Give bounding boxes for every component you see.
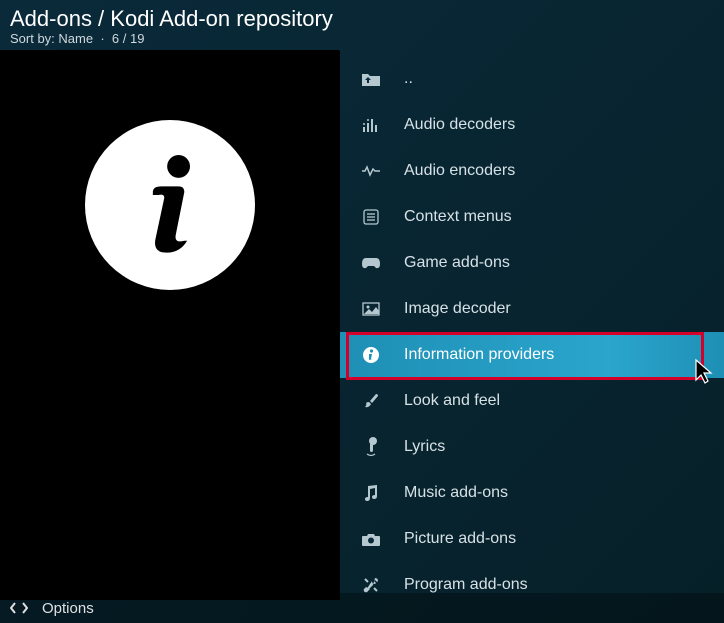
list-item-label: Information providers — [404, 346, 554, 364]
list-item-label: Lyrics — [404, 438, 445, 456]
list-item-label: Music add-ons — [404, 484, 508, 502]
list-item[interactable]: Image decoder — [340, 286, 724, 332]
list-item[interactable]: Audio encoders — [340, 148, 724, 194]
microphone-icon — [360, 436, 382, 458]
list-item-label: Audio decoders — [404, 116, 515, 134]
folder-up-icon — [360, 68, 382, 90]
waveform-icon — [360, 160, 382, 182]
list-item[interactable]: Look and feel — [340, 378, 724, 424]
brush-icon — [360, 390, 382, 412]
gamepad-icon — [360, 252, 382, 274]
list-item[interactable]: Audio decoders — [340, 102, 724, 148]
equalizer-icon — [360, 114, 382, 136]
info-preview-icon — [85, 120, 255, 290]
preview-panel — [0, 50, 340, 600]
list-item-label: Context menus — [404, 208, 512, 226]
list-item-label: Image decoder — [404, 300, 511, 318]
breadcrumb: Add-ons / Kodi Add-on repository — [10, 6, 714, 32]
camera-icon — [360, 528, 382, 550]
image-icon — [360, 298, 382, 320]
list-item-label: Program add-ons — [404, 576, 528, 594]
header: Add-ons / Kodi Add-on repository Sort by… — [0, 0, 724, 50]
menu-icon — [360, 206, 382, 228]
list-item-label: Audio encoders — [404, 162, 515, 180]
list-position: 6 / 19 — [112, 31, 145, 46]
options-arrows-icon — [10, 601, 28, 615]
sort-by-label: Sort by: — [10, 31, 55, 46]
main: .. Audio decoders Audio encoders Context me… — [0, 50, 724, 600]
footer-bar: Options — [0, 593, 724, 623]
sort-row: Sort by: Name · 6 / 19 — [10, 31, 714, 46]
list-item[interactable]: Picture add-ons — [340, 516, 724, 562]
list-item[interactable]: Information providers — [340, 332, 724, 378]
info-icon — [360, 344, 382, 366]
list-item-label: Look and feel — [404, 392, 500, 410]
list-item[interactable]: Music add-ons — [340, 470, 724, 516]
list-item-label: Picture add-ons — [404, 530, 516, 548]
list-item[interactable]: Lyrics — [340, 424, 724, 470]
list-item-label: Game add-ons — [404, 254, 510, 272]
list-item[interactable]: Context menus — [340, 194, 724, 240]
music-note-icon — [360, 482, 382, 504]
list-item[interactable]: Game add-ons — [340, 240, 724, 286]
addon-category-list: .. Audio decoders Audio encoders Context me… — [340, 50, 724, 600]
options-button[interactable]: Options — [42, 600, 94, 617]
list-item[interactable]: .. — [340, 56, 724, 102]
list-item-label: .. — [404, 70, 413, 88]
sort-by-value[interactable]: Name — [58, 31, 93, 46]
